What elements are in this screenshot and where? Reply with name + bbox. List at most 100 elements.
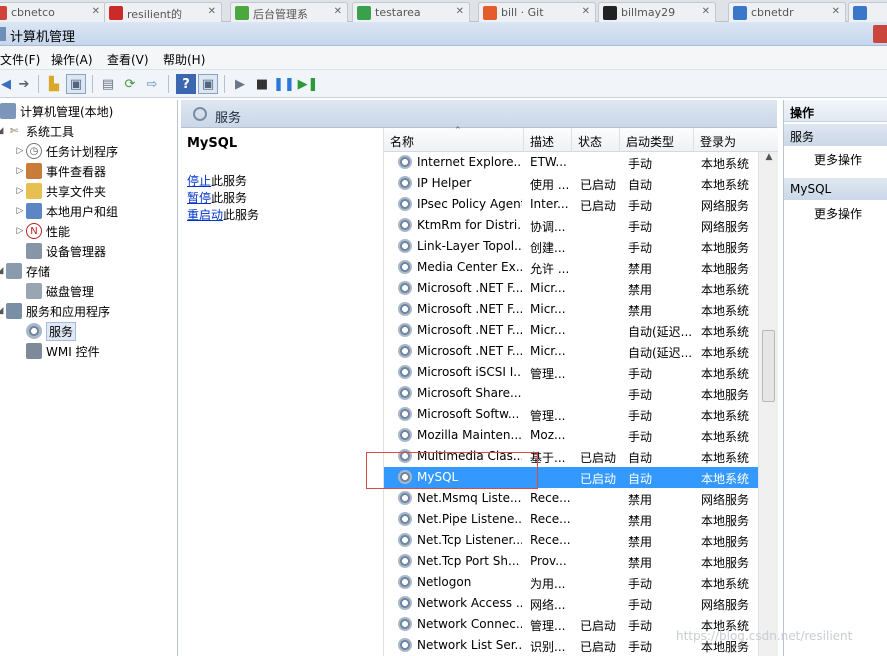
cell-logon: 网络服务: [701, 598, 750, 612]
tab-close-icon[interactable]: ✕: [582, 6, 590, 17]
collapsed-arrow-icon[interactable]: ▷: [14, 186, 26, 196]
table-row[interactable]: Net.Pipe Listene... Rece... 禁用 本地服务: [384, 509, 758, 530]
show-hide-action-pane-icon[interactable]: ▣: [198, 74, 218, 94]
show-hide-tree-icon[interactable]: ▣: [66, 74, 86, 94]
tree-local-users[interactable]: ▷ 本地用户和组: [14, 201, 118, 221]
table-row[interactable]: Link-Layer Topol... 创建... 手动 本地服务: [384, 236, 758, 257]
tree-shared-folders[interactable]: ▷ 共享文件夹: [14, 181, 106, 201]
tab-close-icon[interactable]: ✕: [92, 6, 100, 17]
browser-tab[interactable]: resilient的 ✕: [104, 2, 222, 22]
collapsed-arrow-icon[interactable]: ▷: [14, 206, 26, 216]
table-row[interactable]: Microsoft .NET F... Micr... 禁用 本地系统: [384, 278, 758, 299]
table-row[interactable]: Microsoft .NET F... Micr... 自动(延迟... 本地系统: [384, 320, 758, 341]
browser-tab[interactable]: billmay29 ✕: [598, 2, 716, 22]
table-row[interactable]: IP Helper 使用 ... 已启动 自动 本地系统: [384, 173, 758, 194]
menu-view[interactable]: 查看(V): [107, 51, 149, 68]
tree-performance[interactable]: ▷ N 性能: [14, 221, 70, 241]
tab-close-icon[interactable]: ✕: [832, 6, 840, 17]
table-row[interactable]: Microsoft Softw... 管理... 手动 本地系统: [384, 404, 758, 425]
menu-bar: 文件(F) 操作(A) 查看(V) 帮助(H): [0, 46, 887, 70]
actions-group-mysql[interactable]: MySQL: [784, 178, 887, 200]
table-row[interactable]: Net.Tcp Listener... Rece... 禁用 本地服务: [384, 530, 758, 551]
tree-event-viewer[interactable]: ▷ 事件查看器: [14, 161, 106, 181]
tree-system-tools[interactable]: ◢ ✄ 系统工具: [0, 121, 74, 141]
up-folder-icon[interactable]: ▙: [44, 74, 64, 94]
table-row[interactable]: Microsoft .NET F... Micr... 自动(延迟... 本地系统: [384, 341, 758, 362]
table-row[interactable]: Internet Explore... ETW... 手动 本地系统: [384, 152, 758, 173]
column-status[interactable]: 状态: [572, 128, 620, 152]
table-row[interactable]: Media Center Ex... 允许 ... 禁用 本地服务: [384, 257, 758, 278]
properties-icon[interactable]: ▤: [98, 74, 118, 94]
browser-tab[interactable]: testarea ✕: [352, 2, 470, 22]
forward-icon[interactable]: ➔: [14, 74, 34, 94]
column-logon-as[interactable]: 登录为: [694, 128, 778, 152]
cell-desc: 使用 ...: [530, 178, 570, 192]
help-icon[interactable]: ?: [176, 74, 196, 94]
restart-service-icon[interactable]: ▶❚: [298, 74, 319, 94]
tree-root[interactable]: 计算机管理(本地): [0, 101, 113, 121]
tree-storage[interactable]: ◢ 存储: [0, 261, 50, 281]
browser-tab[interactable]: 后台管理系 ✕: [230, 2, 348, 22]
tree-task-scheduler[interactable]: ▷ ◷ 任务计划程序: [14, 141, 118, 161]
services-pane: 服务 MySQL 停止此服务 暂停此服务 重启动此服务 名称 ⌃ 描述 状态 启…: [181, 100, 778, 656]
actions-group-services[interactable]: 服务: [784, 124, 887, 146]
more-actions-mysql[interactable]: 更多操作: [814, 205, 862, 222]
stop-service-icon[interactable]: ■: [252, 74, 272, 94]
table-row[interactable]: Microsoft iSCSI I... 管理... 手动 本地系统: [384, 362, 758, 383]
browser-tab[interactable]: cbnetco ✕: [0, 2, 106, 22]
tab-close-icon[interactable]: ✕: [702, 6, 710, 17]
cell-startup: 禁用: [628, 493, 653, 507]
cell-desc: Moz...: [530, 428, 566, 442]
scroll-thumb[interactable]: [762, 330, 775, 402]
vertical-scrollbar[interactable]: ▲: [758, 152, 778, 656]
browser-tab[interactable]: cbnetdr ✕: [728, 2, 846, 22]
cell-status: 已启动: [580, 178, 617, 192]
tab-close-icon[interactable]: ✕: [334, 6, 342, 17]
menu-help[interactable]: 帮助(H): [163, 51, 205, 68]
collapsed-arrow-icon[interactable]: ▷: [14, 146, 26, 156]
tree-disk-management[interactable]: 磁盘管理: [26, 281, 94, 301]
table-row[interactable]: Net.Msmq Liste... Rece... 禁用 网络服务: [384, 488, 758, 509]
tab-close-icon[interactable]: ✕: [208, 6, 216, 17]
table-row[interactable]: Microsoft Share... 手动 本地服务: [384, 383, 758, 404]
gear-icon: [398, 260, 412, 274]
table-row[interactable]: IPsec Policy Agent Inter... 已启动 手动 网络服务: [384, 194, 758, 215]
table-row[interactable]: Net.Tcp Port Sh... Prov... 禁用 本地服务: [384, 551, 758, 572]
table-row[interactable]: Microsoft .NET F... Micr... 禁用 本地系统: [384, 299, 758, 320]
scroll-up-arrow-icon[interactable]: ▲: [759, 152, 779, 168]
collapsed-arrow-icon[interactable]: ▷: [14, 226, 26, 236]
table-row[interactable]: Mozilla Mainten... Moz... 手动 本地系统: [384, 425, 758, 446]
close-button[interactable]: [873, 25, 887, 43]
tree-wmi[interactable]: WMI 控件: [26, 341, 100, 361]
table-row[interactable]: Network Access ... 网络... 手动 网络服务: [384, 593, 758, 614]
cell-desc: Micr...: [530, 281, 566, 295]
pause-service-link[interactable]: 暂停: [187, 191, 211, 205]
table-row[interactable]: KtmRm for Distri... 协调... 手动 网络服务: [384, 215, 758, 236]
browser-tab-title: billmay29: [621, 6, 676, 19]
pause-service-icon[interactable]: ❚❚: [273, 74, 295, 94]
tree-services-apps[interactable]: ◢ 服务和应用程序: [0, 301, 110, 321]
collapsed-arrow-icon[interactable]: ▷: [14, 166, 26, 176]
column-description[interactable]: 描述: [524, 128, 572, 152]
cell-logon: 本地系统: [701, 304, 750, 318]
tree-device-manager[interactable]: 设备管理器: [26, 241, 106, 261]
cell-name: Netlogon: [417, 575, 472, 589]
restart-service-link[interactable]: 重启动: [187, 208, 223, 222]
table-row[interactable]: Netlogon 为用... 手动 本地系统: [384, 572, 758, 593]
column-startup-type[interactable]: 启动类型: [620, 128, 694, 152]
more-actions-services[interactable]: 更多操作: [814, 151, 862, 168]
export-list-icon[interactable]: ⇨: [142, 74, 162, 94]
menu-file[interactable]: 文件(F): [0, 51, 40, 68]
gear-icon: [398, 512, 412, 526]
browser-tab[interactable]: bill · Git ✕: [478, 2, 596, 22]
tab-close-icon[interactable]: ✕: [456, 6, 464, 17]
start-service-icon[interactable]: ▶: [230, 74, 250, 94]
cell-desc: Rece...: [530, 491, 570, 505]
stop-service-link[interactable]: 停止: [187, 174, 211, 188]
browser-tab[interactable]: ✕: [848, 2, 887, 22]
cell-logon: 本地系统: [701, 325, 750, 339]
cell-logon: 本地系统: [701, 178, 750, 192]
refresh-icon[interactable]: ⟳: [120, 74, 140, 94]
tree-services[interactable]: 服务: [26, 321, 77, 341]
menu-action[interactable]: 操作(A): [51, 51, 93, 68]
